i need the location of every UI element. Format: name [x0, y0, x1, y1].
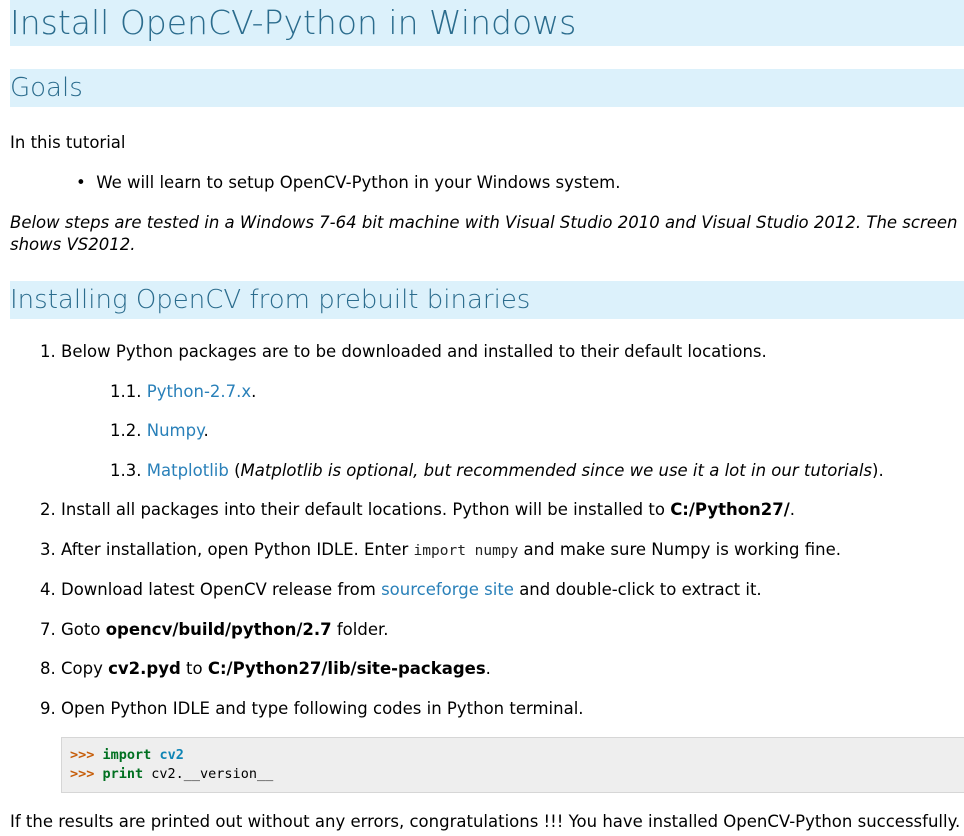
step-number: 7. [40, 620, 56, 639]
page-title: Install OpenCV-Python in Windows [10, 0, 964, 46]
step-3: 3. After installation, open Python IDLE.… [40, 540, 841, 559]
step-number: 2. [40, 500, 56, 519]
step-text: Below Python packages are to be download… [61, 342, 767, 361]
step-9: 9. Open Python IDLE and type following c… [40, 699, 584, 718]
step-text: Download latest OpenCV release from [61, 580, 382, 599]
step-text: Open Python IDLE and type following code… [61, 699, 584, 718]
python-link[interactable]: Python-2.7.x [147, 382, 251, 401]
code-line-1: >>> import cv2 [70, 747, 184, 763]
substep-1-3: 1.3. Matplotlib (Matplotlib is optional,… [110, 461, 884, 480]
step-number: 3. [40, 540, 56, 559]
sourceforge-link[interactable]: sourceforge site [381, 580, 514, 599]
step-text: Install all packages into their default … [61, 500, 671, 519]
goals-note-line1: Below steps are tested in a Windows 7-64… [10, 213, 958, 232]
step-2: 2. Install all packages into their defau… [40, 500, 795, 519]
file-name: cv2.pyd [108, 659, 181, 678]
goals-bullet-text: We will learn to setup OpenCV-Python in … [96, 173, 621, 192]
step-text-after: and make sure Numpy is working fine. [518, 540, 841, 559]
step-number: 9. [40, 699, 56, 718]
punct: . [789, 500, 796, 519]
matplotlib-link[interactable]: Matplotlib [147, 461, 229, 480]
step-4: 4. Download latest OpenCV release from s… [40, 580, 762, 599]
substep-number: 1.3. [110, 461, 142, 480]
step-text-mid: to [180, 659, 208, 678]
goals-heading: Goals [10, 69, 964, 107]
step-1: 1. Below Python packages are to be downl… [40, 342, 767, 361]
folder-path: opencv/build/python/2.7 [105, 620, 332, 639]
inline-code: import numpy [413, 543, 519, 559]
goals-note-line2: shows VS2012. [10, 235, 136, 254]
substep-number: 1.2. [110, 421, 142, 440]
punct: . [251, 382, 257, 401]
code-line-2: >>> print cv2.__version__ [70, 766, 274, 782]
paren-open: ( [228, 461, 241, 480]
step-number: 4. [40, 580, 56, 599]
paren-close: ). [872, 461, 884, 480]
goals-intro: In this tutorial [10, 133, 126, 152]
result-text: If the results are printed out without a… [10, 812, 961, 831]
matplotlib-note: Matplotlib is optional, but recommended … [240, 461, 873, 480]
step-number: 8. [40, 659, 56, 678]
substep-1-1: 1.1. Python-2.7.x. [110, 382, 256, 401]
numpy-link[interactable]: Numpy [147, 421, 204, 440]
step-8: 8. Copy cv2.pyd to C:/Python27/lib/site-… [40, 659, 491, 678]
step-text: After installation, open Python IDLE. En… [61, 540, 414, 559]
bullet-dot: • [76, 173, 86, 192]
substep-number: 1.1. [110, 382, 142, 401]
step-text-after: folder. [331, 620, 389, 639]
goals-bullet: • We will learn to setup OpenCV-Python i… [76, 173, 620, 192]
step-number: 1. [40, 342, 56, 361]
install-heading: Installing OpenCV from prebuilt binaries [10, 281, 964, 319]
step-text: Copy [61, 659, 109, 678]
punct: . [203, 421, 209, 440]
site-packages-path: C:/Python27/lib/site-packages [207, 659, 486, 678]
punct: . [485, 659, 491, 678]
substep-1-2: 1.2. Numpy. [110, 421, 209, 440]
python-path: C:/Python27/ [670, 500, 790, 519]
step-7: 7. Goto opencv/build/python/2.7 folder. [40, 620, 388, 639]
step-text-after: and double-click to extract it. [513, 580, 762, 599]
code-block: >>> import cv2 >>> print cv2.__version__ [61, 737, 964, 793]
step-text: Goto [61, 620, 106, 639]
